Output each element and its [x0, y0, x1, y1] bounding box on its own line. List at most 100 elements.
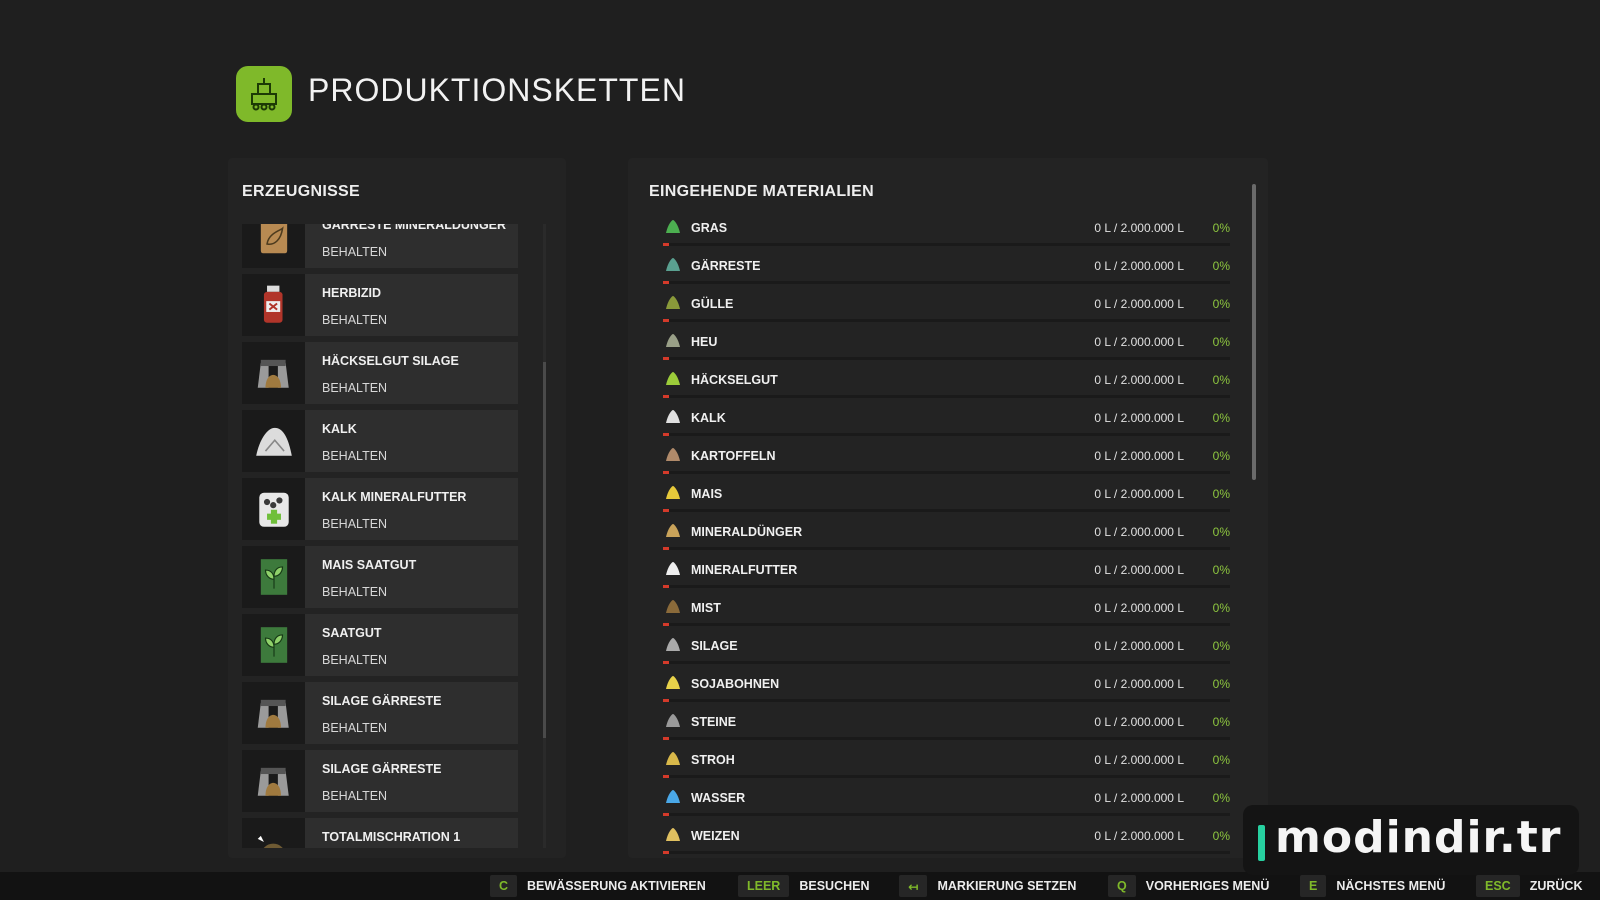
material-row: MINERALDÜNGER 0 L / 2.000.000 L 0%	[660, 519, 1230, 557]
material-row: GRAS 0 L / 2.000.000 L 0%	[660, 215, 1230, 253]
silage-icon	[664, 636, 682, 654]
input-hint[interactable]: Q VORHERIGES MENÜ	[1108, 872, 1269, 900]
material-row: HEU 0 L / 2.000.000 L 0%	[660, 329, 1230, 367]
hint-label: ZURÜCK	[1529, 879, 1583, 893]
lime-pile-icon	[242, 410, 305, 472]
material-name: HÄCKSELGUT	[691, 373, 778, 387]
product-status: BEHALTEN	[322, 653, 388, 667]
material-amount: 0 L / 2.000.000 L	[1094, 563, 1184, 577]
material-fill-bar	[663, 509, 1230, 512]
material-row: GÜLLE 0 L / 2.000.000 L 0%	[660, 291, 1230, 329]
silage-bunker-icon	[242, 750, 305, 812]
material-amount: 0 L / 2.000.000 L	[1094, 791, 1184, 805]
seed-bag-icon	[242, 546, 305, 608]
material-percent: 0%	[1212, 221, 1230, 235]
manure-icon	[664, 598, 682, 616]
input-hint[interactable]: E NÄCHSTES MENÜ	[1300, 872, 1445, 900]
material-amount: 0 L / 2.000.000 L	[1094, 221, 1184, 235]
material-amount: 0 L / 2.000.000 L	[1094, 715, 1184, 729]
material-fill-bar	[663, 281, 1230, 284]
product-item[interactable]: GÄRRESTE MINERALDÜNGER BEHALTEN	[242, 224, 518, 268]
product-item[interactable]: SILAGE GÄRRESTE BEHALTEN	[242, 682, 518, 744]
product-status: BEHALTEN	[322, 381, 388, 395]
product-status: BEHALTEN	[322, 245, 388, 259]
product-name: SILAGE GÄRRESTE	[322, 762, 442, 776]
material-fill-bar	[663, 699, 1230, 702]
silage-bunker-icon	[242, 682, 305, 744]
hint-label: BEWÄSSERUNG AKTIVIEREN	[527, 879, 706, 893]
material-percent: 0%	[1212, 563, 1230, 577]
material-fill-bar	[663, 775, 1230, 778]
material-percent: 0%	[1212, 449, 1230, 463]
material-amount: 0 L / 2.000.000 L	[1094, 335, 1184, 349]
products-scrollbar-thumb[interactable]	[543, 362, 546, 738]
products-list[interactable]: GÄRRESTE MINERALDÜNGER BEHALTEN HERBIZID BE…	[242, 224, 518, 848]
material-amount: 0 L / 2.000.000 L	[1094, 373, 1184, 387]
hint-key: ESC	[1476, 875, 1520, 897]
fertilizer-bag-icon	[242, 224, 305, 268]
material-percent: 0%	[1212, 829, 1230, 843]
mineral-feed-bag-icon	[242, 478, 305, 540]
material-row: MIST 0 L / 2.000.000 L 0%	[660, 595, 1230, 633]
material-percent: 0%	[1212, 791, 1230, 805]
materials-heading: EINGEHENDE MATERIALIEN	[649, 183, 874, 200]
material-amount: 0 L / 2.000.000 L	[1094, 677, 1184, 691]
material-name: SILAGE	[691, 639, 738, 653]
material-name: HEU	[691, 335, 718, 349]
material-row: STROH 0 L / 2.000.000 L 0%	[660, 747, 1230, 785]
material-fill-level	[663, 243, 669, 246]
input-hint[interactable]: LEER BESUCHEN	[738, 872, 870, 900]
material-fill-bar	[663, 357, 1230, 360]
product-item[interactable]: TOTALMISCHRATION 1	[242, 818, 518, 848]
material-amount: 0 L / 2.000.000 L	[1094, 525, 1184, 539]
material-amount: 0 L / 2.000.000 L	[1094, 639, 1184, 653]
material-row: WASSER 0 L / 2.000.000 L 0%	[660, 785, 1230, 823]
material-percent: 0%	[1212, 335, 1230, 349]
material-percent: 0%	[1212, 487, 1230, 501]
material-fill-bar	[663, 813, 1230, 816]
product-status: BEHALTEN	[322, 517, 388, 531]
material-percent: 0%	[1212, 753, 1230, 767]
product-item[interactable]: SILAGE GÄRRESTE BEHALTEN	[242, 750, 518, 812]
slurry-icon	[664, 294, 682, 312]
product-item[interactable]: KALK BEHALTEN	[242, 410, 518, 472]
product-item[interactable]: HÄCKSELGUT SILAGE BEHALTEN	[242, 342, 518, 404]
product-item[interactable]: HERBIZID BEHALTEN	[242, 274, 518, 336]
product-item[interactable]: MAIS SAATGUT BEHALTEN	[242, 546, 518, 608]
material-fill-level	[663, 395, 669, 398]
hint-key: Q	[1108, 875, 1136, 897]
straw-icon	[664, 750, 682, 768]
material-name: KALK	[691, 411, 726, 425]
material-name: WEIZEN	[691, 829, 740, 843]
material-fill-bar	[663, 243, 1230, 246]
material-name: GÜLLE	[691, 297, 734, 311]
input-hint[interactable]: ↤ MARKIERUNG SETZEN	[899, 872, 1076, 900]
silage-bunker-icon	[242, 342, 305, 404]
product-item[interactable]: SAATGUT BEHALTEN	[242, 614, 518, 676]
chaff-icon	[664, 370, 682, 388]
material-fill-bar	[663, 661, 1230, 664]
material-row: MINERALFUTTER 0 L / 2.000.000 L 0%	[660, 557, 1230, 595]
material-fill-level	[663, 433, 669, 436]
material-percent: 0%	[1212, 677, 1230, 691]
seed-bag-icon	[242, 614, 305, 676]
material-fill-bar	[663, 395, 1230, 398]
hay-icon	[664, 332, 682, 350]
hint-label: MARKIERUNG SETZEN	[937, 879, 1077, 893]
input-hint[interactable]: C BEWÄSSERUNG AKTIVIEREN	[490, 872, 706, 900]
material-name: STEINE	[691, 715, 737, 729]
input-hint[interactable]: ESC ZURÜCK	[1476, 872, 1582, 900]
material-fill-level	[663, 585, 669, 588]
hint-key: C	[490, 875, 518, 897]
product-status: BEHALTEN	[322, 789, 388, 803]
watermark-text: modindir.tr	[1275, 812, 1562, 863]
lime-icon	[664, 408, 682, 426]
material-row: KALK 0 L / 2.000.000 L 0%	[660, 405, 1230, 443]
material-fill-level	[663, 699, 669, 702]
potato-icon	[664, 446, 682, 464]
fertilizer-icon	[664, 522, 682, 540]
hint-label: NÄCHSTES MENÜ	[1336, 879, 1446, 893]
materials-scrollbar-thumb[interactable]	[1252, 184, 1256, 480]
product-item[interactable]: KALK MINERALFUTTER BEHALTEN	[242, 478, 518, 540]
input-hint-bar: C BEWÄSSERUNG AKTIVIEREN LEER BESUCHEN ↤ MARK…	[0, 872, 1600, 900]
